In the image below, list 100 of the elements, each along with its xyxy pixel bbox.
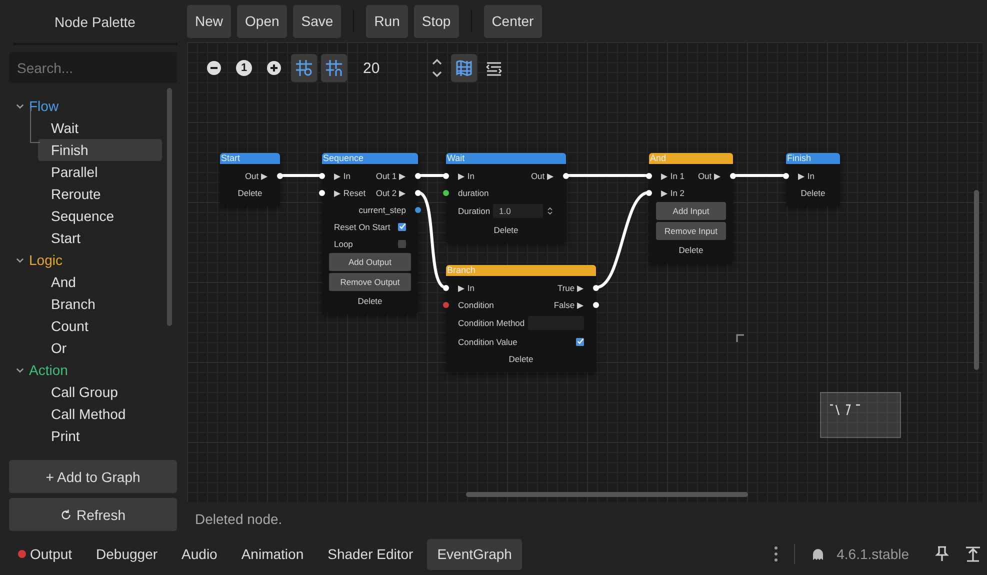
version-label: 4.6.1.stable	[836, 546, 909, 562]
graph-node[interactable]: Branch ▶ In True ▶ Condition False ▶ Condition Method Condition Value Delete	[446, 265, 596, 372]
node-button[interactable]: Remove Input	[656, 222, 726, 240]
scrollbar[interactable]	[974, 190, 979, 370]
palette-item[interactable]: Start	[38, 227, 162, 249]
delete-button[interactable]: Delete	[796, 184, 830, 202]
palette-item[interactable]: Reroute	[38, 183, 162, 205]
pin-icon[interactable]	[935, 546, 949, 562]
scrollbar[interactable]	[167, 88, 172, 326]
checkbox[interactable]	[398, 240, 406, 248]
port-dot[interactable]	[319, 172, 325, 178]
checkbox[interactable]	[576, 338, 584, 346]
panel-title: Node Palette	[13, 0, 177, 45]
port-dot[interactable]	[646, 172, 652, 178]
category-label[interactable]: Logic	[29, 252, 62, 268]
more-icon[interactable]	[774, 546, 778, 562]
bottom-tab[interactable]: Output	[8, 538, 82, 570]
palette-item[interactable]: Finish	[38, 139, 162, 161]
port-label: Out 1 ▶	[376, 170, 406, 180]
checkbox[interactable]	[398, 222, 406, 230]
toolbar-button[interactable]: Stop	[414, 4, 459, 38]
category-label[interactable]: Action	[29, 362, 68, 378]
delete-button[interactable]: Delete	[234, 184, 266, 202]
grid-magnet-icon	[325, 59, 343, 77]
graph-node[interactable]: And ▶ In 1 Out ▶ ▶ In 2 Add Input Remove Input Delete	[649, 153, 733, 263]
port-dot[interactable]	[415, 172, 421, 178]
palette-item[interactable]: Wait	[38, 117, 162, 139]
port-label: ▶ Reset	[334, 188, 366, 198]
spin-arrows-icon	[546, 207, 554, 215]
category-label[interactable]: Flow	[29, 98, 59, 114]
port-dot[interactable]	[319, 190, 325, 196]
arrange-icon	[486, 60, 502, 76]
palette-item[interactable]: Sequence	[38, 205, 162, 227]
port-dot[interactable]	[415, 206, 421, 212]
toolbar-button[interactable]: New	[187, 4, 232, 38]
delete-button[interactable]: Delete	[504, 350, 538, 368]
port-dot[interactable]	[730, 172, 736, 178]
toolbar-button[interactable]: Open	[237, 4, 288, 38]
port-dot[interactable]	[783, 172, 789, 178]
bottom-tab[interactable]: Shader Editor	[318, 538, 424, 570]
port-dot[interactable]	[443, 302, 449, 308]
scrollbar[interactable]	[466, 492, 748, 497]
port-dot[interactable]	[593, 284, 599, 290]
status-message: Deleted node.	[194, 510, 284, 529]
toolbar-button[interactable]: Save	[293, 4, 342, 38]
palette-item[interactable]: Call Group	[38, 381, 162, 403]
node-title: And	[649, 153, 733, 164]
bottom-tab[interactable]: EventGraph	[427, 538, 522, 570]
search-field[interactable]: Search...	[9, 52, 177, 83]
palette-item[interactable]: Parallel	[38, 161, 162, 183]
port-label: ▶ In	[798, 170, 814, 180]
port-dot[interactable]	[563, 172, 569, 178]
port-dot[interactable]	[443, 190, 449, 196]
port-dot[interactable]	[593, 302, 599, 308]
spin-arrows-icon	[431, 57, 443, 79]
port-dot[interactable]	[415, 190, 421, 196]
port-dot[interactable]	[443, 284, 449, 290]
graph-node[interactable]: Finish ▶ In Delete	[786, 153, 840, 206]
port-dot[interactable]	[277, 172, 283, 178]
graph-node[interactable]: Sequence ▶ In Out 1 ▶ ▶ Reset Out 2 ▶ current_step Reset On Start Loop Add Output Remove Output Delete	[322, 153, 418, 314]
port-label: ▶ In 1	[661, 170, 685, 180]
bottom-tab[interactable]: Debugger	[86, 538, 168, 570]
expand-icon[interactable]	[965, 546, 981, 562]
graph-node[interactable]: Start Out ▶ Delete	[220, 153, 280, 206]
port-dot[interactable]	[443, 172, 449, 178]
palette-item[interactable]: Branch	[38, 293, 162, 315]
plus-icon	[266, 60, 282, 76]
palette-item[interactable]: Call Method	[38, 403, 162, 425]
node-button[interactable]: Add Output	[329, 253, 411, 271]
graph-canvas[interactable]	[187, 42, 983, 502]
snap-distance-field[interactable]: 20	[351, 54, 447, 82]
node-button[interactable]: Remove Output	[329, 273, 411, 291]
palette-item[interactable]: Print	[38, 425, 162, 447]
node-title: Start	[220, 153, 280, 164]
map-icon	[455, 59, 473, 77]
reset-zoom-button[interactable]: 1	[231, 54, 257, 82]
port-label: ▶ In	[334, 170, 350, 180]
port-dot[interactable]	[646, 190, 652, 196]
palette-item[interactable]: And	[38, 271, 162, 293]
add-button[interactable]: + Add to Graph	[9, 460, 177, 493]
number-field[interactable]: 1.0	[493, 204, 543, 218]
delete-button[interactable]: Delete	[354, 292, 386, 310]
bottom-tab[interactable]: Audio	[172, 538, 228, 570]
node-button[interactable]: Add Input	[656, 202, 726, 220]
delete-button[interactable]: Delete	[490, 221, 522, 239]
node-title: Finish	[786, 153, 840, 164]
palette-item[interactable]: Count	[38, 315, 162, 337]
delete-button[interactable]: Delete	[674, 241, 708, 259]
bottom-tab[interactable]: Animation	[231, 538, 314, 570]
graph-node[interactable]: Wait ▶ In Out ▶ duration Duration 1.0 Delete	[446, 153, 566, 243]
port-label: duration	[458, 188, 489, 198]
grid-toggle[interactable]	[321, 54, 347, 82]
toolbar-button[interactable]: Center	[484, 4, 542, 38]
minus-icon	[206, 60, 222, 76]
refresh-button[interactable]: Refresh	[9, 498, 177, 531]
palette-item[interactable]: Or	[38, 337, 162, 359]
snap-toggle[interactable]	[291, 54, 317, 82]
minimap-toggle[interactable]	[451, 54, 477, 82]
toolbar-button[interactable]: Run	[366, 4, 408, 38]
port-label: ▶ In	[458, 282, 474, 292]
